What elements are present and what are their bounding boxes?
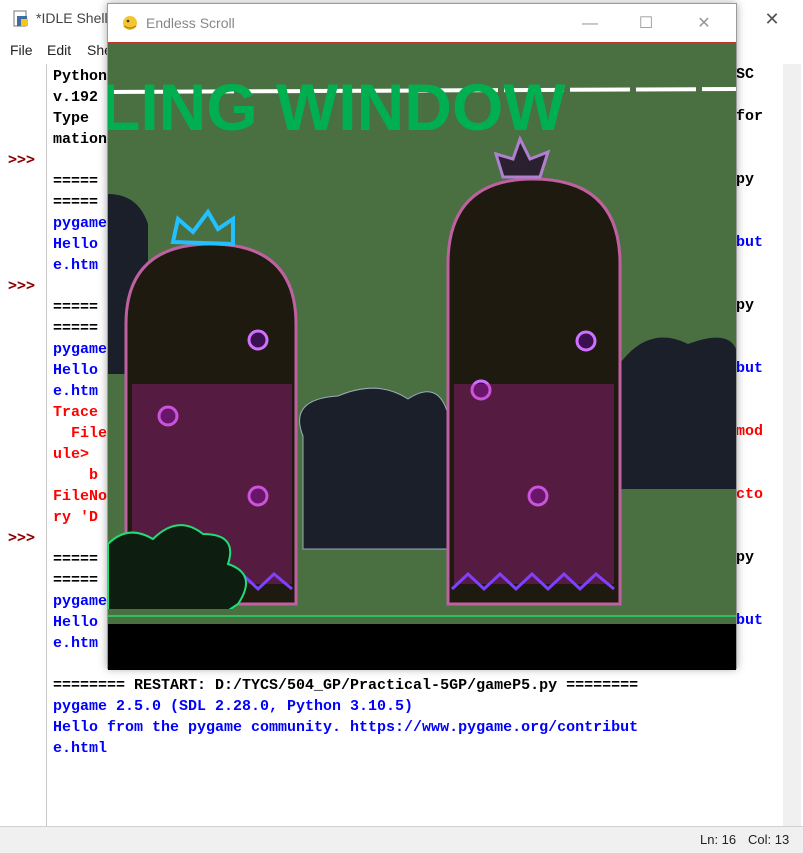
minimize-icon[interactable]: — [570,10,610,38]
shell-line: ===== [53,194,99,211]
shell-line: pygame [53,215,108,232]
shell-line: ule> [53,446,90,463]
shell-line-fragment: cto [736,486,764,503]
shell-line: Trace [53,404,99,421]
vertical-scrollbar[interactable] [783,64,801,826]
shell-line: ===== [53,299,99,316]
close-icon[interactable]: ✕ [758,6,786,32]
shell-line-fragment: but [736,234,764,251]
shell-line: ===== [53,572,99,589]
shell-line-fragment: but [736,360,764,377]
pygame-snake-icon [123,16,137,30]
pipe-speckle-right [454,384,614,584]
shell-line: Python [53,68,108,85]
shell-prompt: >>> [8,276,36,294]
shell-line: e.html [53,740,108,757]
shell-line: Hello [53,614,99,631]
shell-line: ===== [53,173,99,190]
shell-line: e.htm [53,383,99,400]
shell-line: Type [53,110,90,127]
shell-line: pygame 2.5.0 (SDL 2.28.0, Python 3.10.5) [53,698,414,715]
shell-line: Hello from the pygame community. https:/… [53,719,639,736]
shell-line-fragment: py [736,549,755,566]
shell-line: Hello [53,236,99,253]
shell-line: ===== [53,320,99,337]
shell-line: pygame [53,593,108,610]
shell-line-fragment: mod [736,423,764,440]
shell-line-fragment: but [736,612,764,629]
close-icon[interactable]: ✕ [684,10,724,38]
shell-line-fragment: for [736,108,764,125]
idle-app-icon [13,10,28,27]
eye-dot [575,330,597,352]
shell-line: mation [53,131,108,148]
game-window-title: Endless Scroll [146,15,235,31]
shell-line: ===== [53,551,99,568]
shell-line: ry 'D [53,509,99,526]
shell-line-fragment: py [736,297,755,314]
shell-line-fragment: SC [736,66,755,83]
shell-line: e.htm [53,635,99,652]
line-number: Ln: 16 [700,832,737,847]
shell-line: e.htm [53,257,99,274]
status-bar: Ln: 16 Col: 13 [0,826,803,853]
banner-text: LING WINDOW [108,70,566,144]
eye-dot [247,329,269,351]
shell-prompt: >>> [8,528,36,546]
ground-base [108,624,736,670]
shell-line: pygame [53,341,108,358]
column-number: Col: 13 [748,832,790,847]
prompt-gutter: >>> >>> >>> [2,64,44,826]
shell-line: v.192 [53,89,99,106]
shell-line: Hello [53,362,99,379]
menu-file[interactable]: File [10,42,33,58]
game-titlebar: Endless Scroll — ☐ ✕ [108,4,736,42]
game-canvas[interactable]: LING WINDOW [108,42,736,670]
shell-line: b [53,467,99,484]
window-title: *IDLE Shell [36,10,108,26]
shell-prompt: >>> [8,150,36,168]
maximize-icon[interactable]: ☐ [626,10,666,38]
shell-line: File [53,425,108,442]
dark-cloud [299,387,449,550]
pygame-window[interactable]: Endless Scroll — ☐ ✕ LING WINDOW [107,3,737,670]
dark-cloud [618,337,736,489]
shell-line: ======== RESTART: D:/TYCS/504_GP/Practic… [53,677,639,694]
shell-line: FileNo [53,488,108,505]
menu-edit[interactable]: Edit [47,42,71,58]
shell-line-fragment: py [736,171,755,188]
